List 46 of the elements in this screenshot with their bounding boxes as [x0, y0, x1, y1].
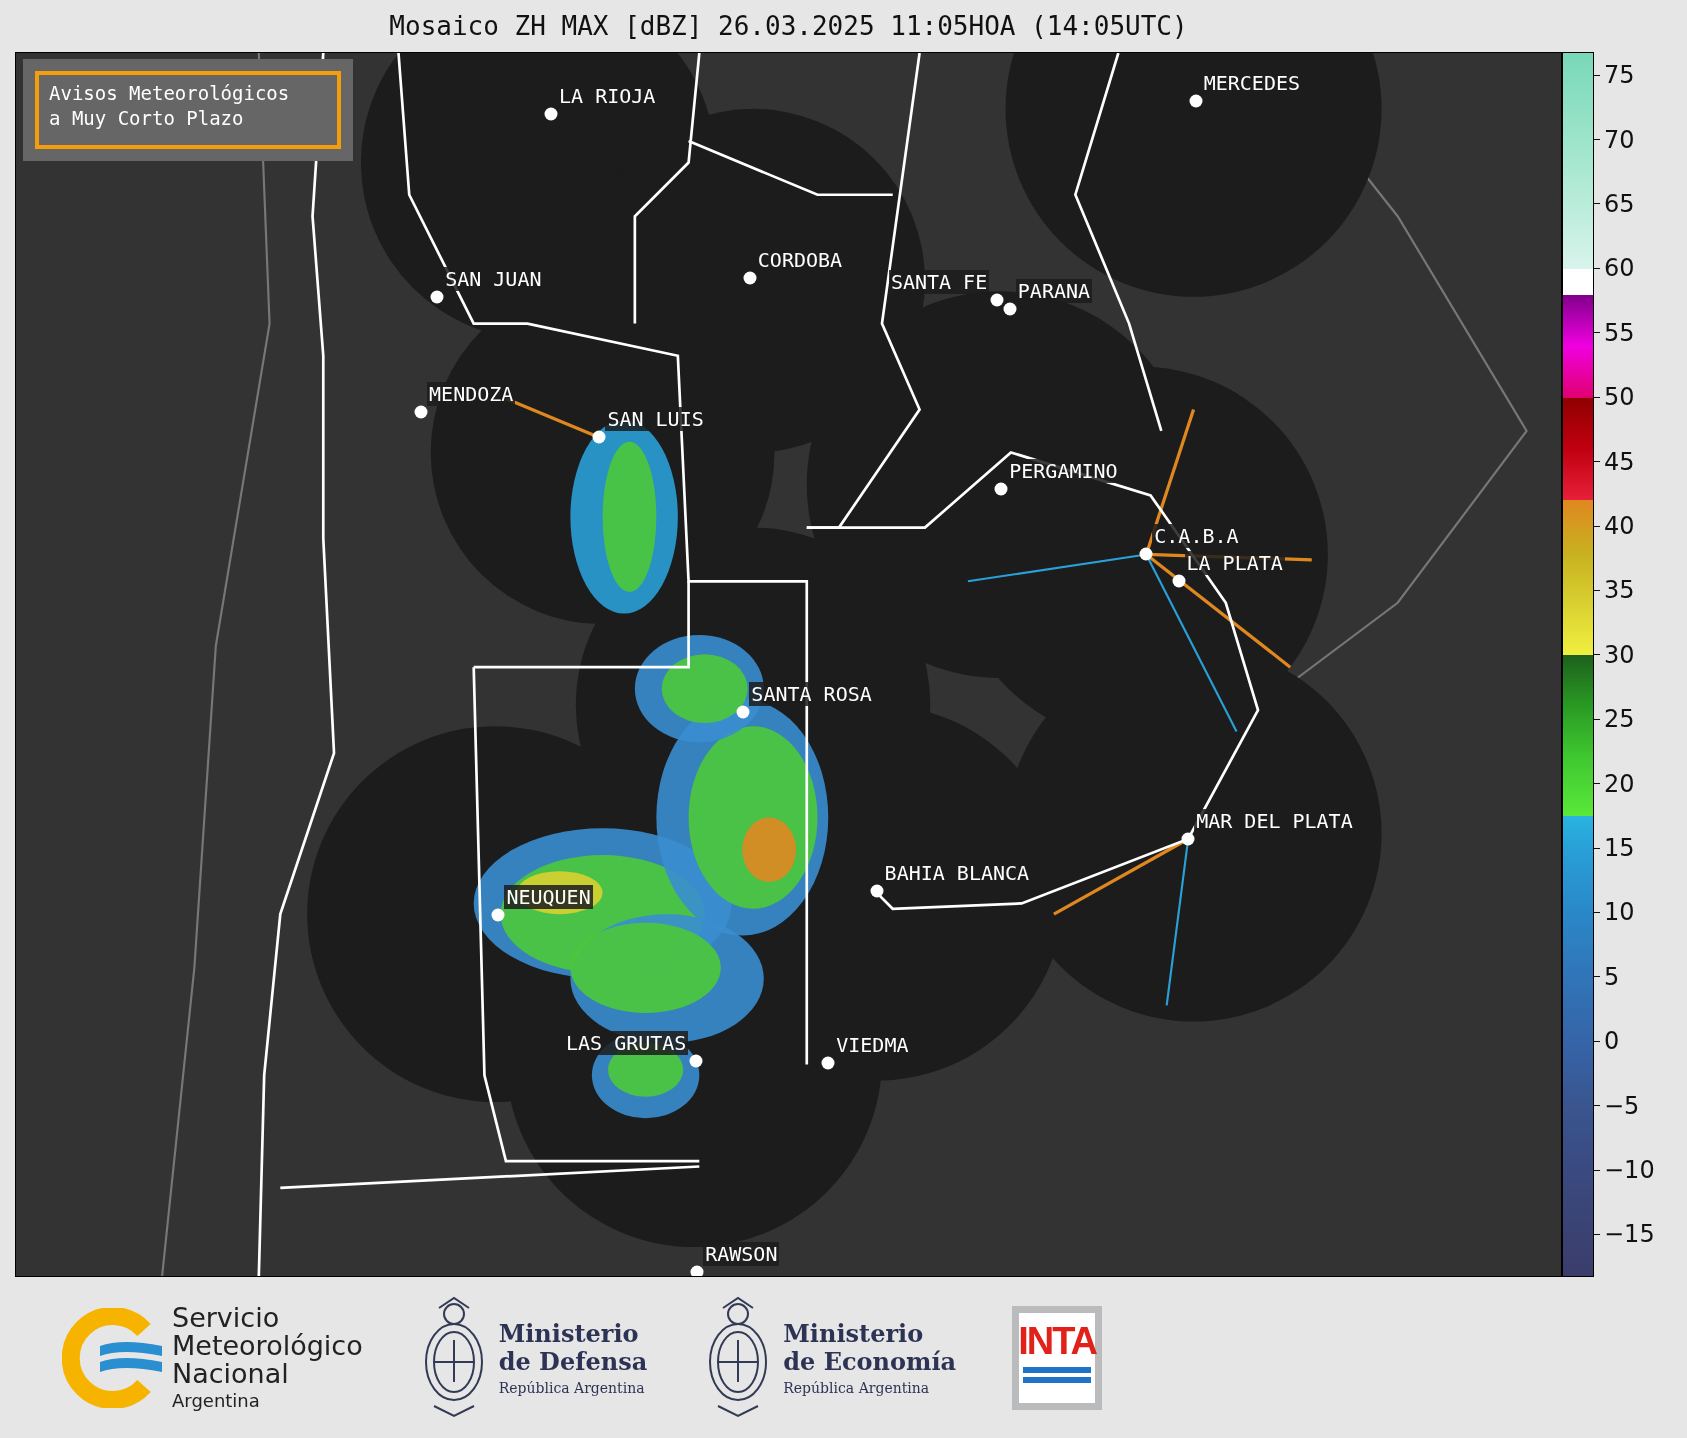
city-label: MAR DEL PLATA [1194, 808, 1355, 833]
scale-tick-label: 65 [1594, 190, 1635, 218]
scale-tick-label: 75 [1594, 61, 1635, 90]
ministry-name: Ministerio [498, 1319, 640, 1348]
scale-tick-label: 50 [1594, 383, 1635, 412]
ministry-name: Ministerio [783, 1319, 925, 1348]
scale-tick-label: 55 [1594, 318, 1635, 347]
inta-logo-text: INTA [1018, 1318, 1097, 1363]
city-label: NEUQUEN [504, 885, 593, 910]
scale-tick-label: 25 [1594, 705, 1635, 734]
scale-tick-label: 70 [1594, 125, 1635, 154]
city-label: SANTA FE [888, 269, 990, 294]
ministry-name: de Economía [783, 1347, 957, 1376]
scale-tick-label: 30 [1594, 640, 1635, 669]
city-label: SANTA ROSA [749, 682, 874, 707]
city-label: RAWSON [703, 1241, 780, 1266]
agency-country: Argentina [172, 1390, 261, 1411]
ministry-country: República Argentina [498, 1379, 646, 1396]
ministry-name: de Defensa [498, 1347, 648, 1376]
scale-tick-label: 20 [1594, 769, 1635, 798]
scale-tick-label: 40 [1594, 512, 1635, 540]
city-label: MENDOZA [427, 381, 516, 406]
scale-tick-label: −10 [1594, 1156, 1655, 1185]
scale-tick-label: −15 [1594, 1220, 1655, 1249]
ministry-country: República Argentina [783, 1379, 931, 1396]
agency-name: Meteorológico [172, 1332, 363, 1360]
city-label: SAN JUAN [443, 266, 544, 291]
scale-tick-label: 5 [1594, 962, 1620, 991]
city-label: C.A.B.A [1152, 524, 1241, 549]
scale-tick-label: −5 [1594, 1091, 1640, 1120]
scale-tick-label: 35 [1594, 576, 1635, 605]
scale-tick-label: 15 [1594, 834, 1635, 863]
scale-tick-label: 60 [1594, 254, 1635, 283]
agency-name: Nacional [172, 1360, 289, 1388]
city-label: LA PLATA [1184, 551, 1285, 576]
scale-tick-label: 0 [1594, 1027, 1620, 1056]
scale-tick-label: 45 [1594, 447, 1635, 476]
scale-tick-label: 10 [1594, 898, 1635, 927]
city-marker [414, 405, 428, 419]
city-label: PARANA [1015, 278, 1093, 303]
agency-name: Servicio [172, 1304, 281, 1332]
smn-logo-icon [62, 1307, 162, 1408]
map-title: Mosaico ZH MAX [dBZ] 26.03.2025 11:05HOA (14:05UTC) [388, 10, 1189, 43]
notice-link[interactable]: Avisos Meteorológicos a Muy Corto Plazo [35, 71, 341, 149]
city-marker [690, 1265, 704, 1276]
city-label: SAN LUIS [605, 407, 706, 432]
